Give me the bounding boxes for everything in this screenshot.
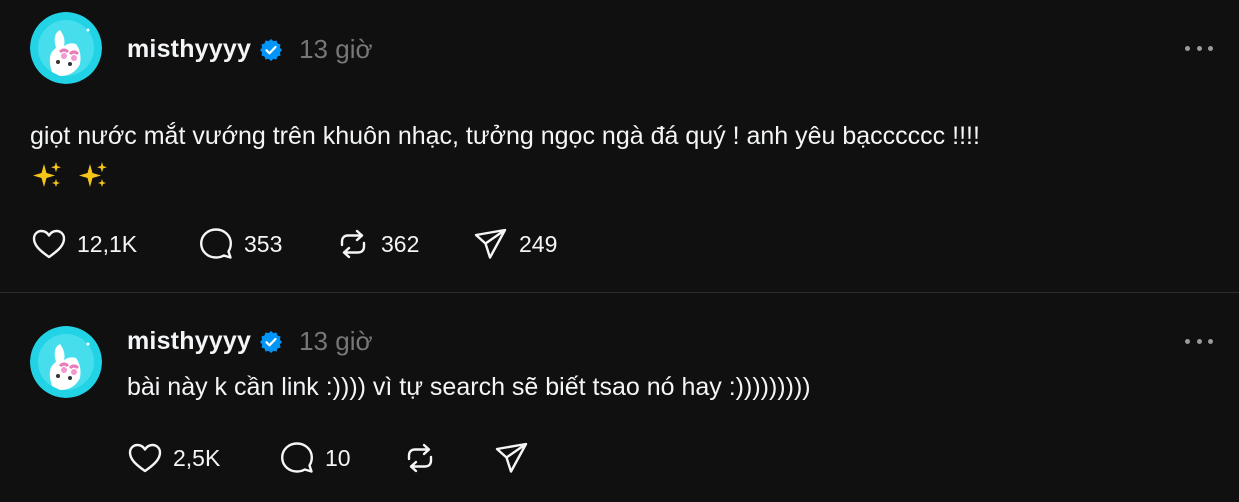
post-text: bài này k cần link :)))) vì tự search sẽ… — [127, 373, 811, 401]
heart-icon — [32, 229, 66, 259]
repost-count: 362 — [381, 230, 420, 257]
reply-count: 353 — [244, 230, 283, 257]
like-count: 12,1K — [77, 230, 138, 257]
like-count: 2,5K — [173, 444, 221, 471]
username[interactable]: misthyyyy — [127, 327, 251, 356]
heart-icon — [128, 443, 162, 473]
send-icon — [495, 442, 528, 473]
comment-icon — [200, 228, 232, 259]
avatar[interactable] — [30, 12, 102, 84]
username[interactable]: misthyyyy — [127, 35, 251, 64]
like-button[interactable]: 12,1K — [31, 226, 198, 262]
comment-icon — [281, 442, 313, 473]
share-count: 249 — [519, 230, 558, 257]
post-timestamp[interactable]: 13 giờ — [299, 34, 372, 65]
send-icon — [474, 228, 507, 259]
repost-button[interactable]: 362 — [335, 226, 473, 262]
post-actions: 12,1K 353 362 249 — [31, 226, 557, 262]
sparkles-icon — [79, 162, 107, 188]
verified-badge-icon — [260, 330, 283, 353]
post-header: misthyyyy 13 giờ — [127, 326, 373, 357]
repost-icon — [407, 443, 433, 473]
post-header: misthyyyy 13 giờ — [127, 34, 373, 65]
thread-post: misthyyyy 13 giờ bài này k cần link :)))… — [0, 294, 1239, 502]
post-timestamp[interactable]: 13 giờ — [299, 326, 372, 357]
avatar[interactable] — [30, 326, 102, 398]
thread-post: misthyyyy 13 giờ giọt nước mắt vướng trê… — [0, 0, 1239, 293]
verified-badge-icon — [260, 38, 283, 61]
post-actions: 2,5K 10 — [127, 440, 530, 476]
share-button[interactable]: 249 — [473, 226, 557, 262]
repost-button[interactable] — [402, 440, 494, 476]
more-options-icon[interactable] — [1185, 44, 1213, 52]
reply-button[interactable]: 353 — [198, 226, 335, 262]
post-text-line: giọt nước mắt vướng trên khuôn nhạc, tưở… — [30, 122, 980, 150]
like-button[interactable]: 2,5K — [127, 440, 279, 476]
reply-count: 10 — [325, 444, 351, 471]
post-text: giọt nước mắt vướng trên khuôn nhạc, tưở… — [30, 117, 1210, 193]
sparkles-icon — [33, 162, 61, 188]
emoji-line — [30, 155, 1210, 193]
repost-icon — [340, 229, 366, 259]
more-options-icon[interactable] — [1185, 337, 1213, 345]
reply-button[interactable]: 10 — [279, 440, 402, 476]
share-button[interactable] — [494, 440, 530, 476]
